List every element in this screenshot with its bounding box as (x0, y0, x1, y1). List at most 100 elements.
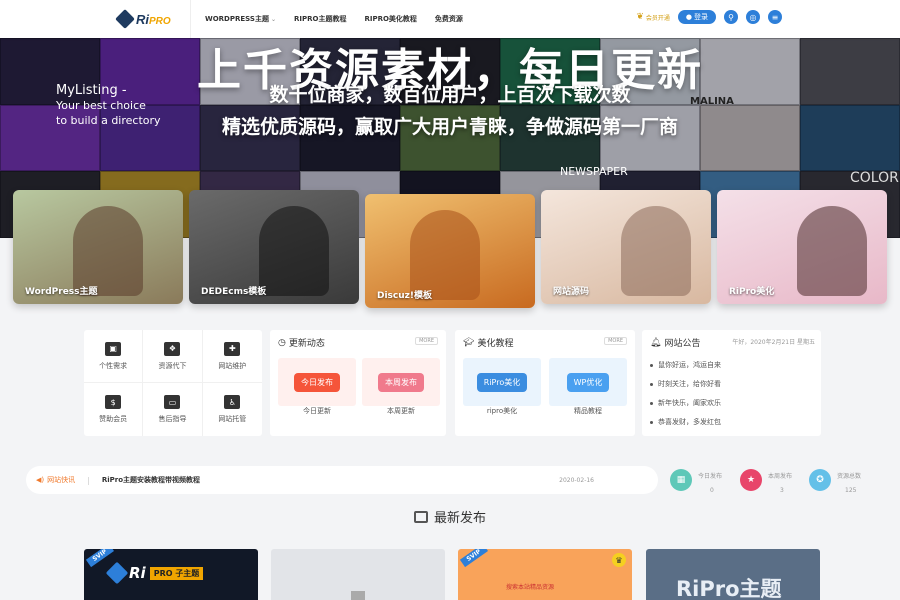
logo-text: Ri (136, 11, 149, 27)
wing-icon: ❦ (636, 12, 644, 22)
wp-optimize-box[interactable]: WP优化 (549, 358, 627, 406)
person-icon: ♿ (224, 395, 241, 409)
laptop-icon: ▭ (164, 395, 181, 409)
category-photo (259, 206, 329, 296)
category-photo (410, 210, 480, 300)
notice-list: 鼠你好运，鸿运自来 时刻关注，给你好看 新年快乐，阖家欢乐 恭喜发财，多发红包 (650, 360, 721, 436)
star-icon: ★ (740, 469, 762, 491)
notice-item[interactable]: 恭喜发财，多发红包 (650, 417, 721, 427)
ripro-beautify-box[interactable]: RiPro美化 (463, 358, 541, 406)
stat-total: ✪ 资源总数 125 (809, 467, 869, 501)
bullet-icon (650, 363, 653, 367)
graduation-cap-icon: 🎓︎ (463, 337, 475, 348)
stat-week: ★ 本周发布 3 (740, 467, 800, 501)
panel-title: 网站公告 (664, 339, 701, 349)
svip-badge: SVIP (459, 549, 488, 568)
more-button[interactable]: MORE (604, 337, 627, 345)
ticker-date: 2020-02-16 (559, 476, 594, 484)
notice-item[interactable]: 时刻关注，给你好看 (650, 379, 721, 389)
site-logo[interactable]: RiPRO (115, 9, 172, 29)
tutorials-panel: 🎓︎ 美化教程 MORE RiPro美化 ripro美化 WP优化 精品教程 (455, 330, 635, 436)
user-icon: ● (685, 13, 692, 21)
post-tag: PRO 子主题 (149, 566, 204, 580)
category-cards: WordPress主题 DEDEcms模板 Discuz!模板 网站源码 RiP… (13, 190, 888, 308)
money-icon: $ (105, 395, 122, 409)
post-card[interactable]: SVIP 搜索本站精品资源 ♛ (458, 549, 632, 600)
news-ticker: ◀︎) 网站快讯 | RiPro主题安装教程带视频教程 2020-02-16 (26, 466, 658, 494)
boxes-icon: ❖ (164, 341, 181, 356)
service-sponsor-member[interactable]: $ 赞助会员 (84, 383, 144, 436)
bullet-icon (650, 382, 653, 386)
ticker-headline[interactable]: RiPro主题安装教程带视频教程 (102, 475, 559, 485)
banner-subtitle-1: 数十位商家，数百位用户，上百次下载次数 (269, 84, 631, 106)
service-custom-needs[interactable]: ▣ 个性需求 (84, 330, 144, 383)
post-title: RiPro主题 (676, 577, 782, 600)
services-panel: ▣ 个性需求 ❖ 资源代下 ✚ 网站维护 $ 赞助会员 ▭ 售后指导 ♿ 网站托管 (84, 330, 262, 436)
tag-caption: 今日更新 (303, 407, 331, 415)
nav-item-ripro-tutorial[interactable]: RIPRO主题教程 (294, 14, 346, 24)
newspaper-icon (413, 510, 428, 523)
login-button[interactable]: ● 登录 (677, 10, 716, 24)
chevron-down-icon: ⌄ (270, 16, 276, 23)
today-publish-box[interactable]: 今日发布 (278, 358, 356, 406)
speaker-icon: ◀︎) (36, 476, 45, 484)
tag-caption: 精品教程 (574, 407, 602, 415)
bell-icon: 🔔︎ (650, 337, 662, 348)
top-header: RiPRO WORDPRESS主题 ⌄ RIPRO主题教程 RIPRO美化教程 免… (0, 0, 900, 38)
category-photo (621, 206, 691, 296)
category-card-source-code[interactable]: 网站源码 (541, 190, 711, 304)
category-photo (797, 206, 867, 296)
more-button[interactable]: MORE (415, 337, 438, 345)
service-site-maintenance[interactable]: ✚ 网站维护 (202, 330, 262, 383)
post-card[interactable]: SVIP Ri PRO 子主题 (84, 549, 258, 600)
tag-caption: ripro美化 (486, 407, 518, 415)
notice-date: 午好，2020年2月21日 星期五 (732, 339, 815, 346)
bullet-icon (650, 401, 653, 405)
calendar-icon: ▦ (670, 469, 692, 491)
banner-bg-color: COLOR (850, 170, 899, 186)
post-title: Ri (129, 564, 146, 582)
logo-pro-text: PRO (149, 15, 171, 27)
truck-icon: ✚ (224, 341, 241, 356)
nav-item-free-resources[interactable]: 免费资源 (435, 14, 463, 24)
ticker-divider: | (87, 475, 90, 485)
crown-icon: ♛ (612, 553, 626, 567)
bullet-icon (650, 420, 653, 424)
banner-bg-newspaper: NEWSPAPER (560, 165, 628, 178)
category-photo (73, 206, 143, 296)
banner-subtitle-2: 精选优质源码，赢取广大用户青睐，争做源码第一厂商 (221, 116, 678, 138)
stat-today: ▦ 今日发布 0 (670, 467, 730, 501)
notice-panel: 🔔︎ 网站公告 午好，2020年2月21日 星期五 鼠你好运，鸿运自来 时刻关注，… (642, 330, 821, 436)
header-actions: ❦ 会员开通 ● 登录 ⚲ ◎ ≡ (636, 10, 782, 24)
briefcase-icon: ▣ (105, 341, 122, 356)
clock-icon: ◷ (278, 337, 286, 348)
latest-section-title: 最新发布 (0, 507, 900, 526)
service-site-hosting[interactable]: ♿ 网站托管 (203, 383, 262, 436)
notice-item[interactable]: 鼠你好运，鸿运自来 (650, 360, 721, 370)
notice-item[interactable]: 新年快乐，阖家欢乐 (650, 398, 721, 408)
logo-gem-icon (115, 9, 135, 29)
badge-icon: ✪ (809, 469, 831, 491)
category-card-wordpress[interactable]: WordPress主题 (13, 190, 183, 304)
category-card-dedecms[interactable]: DEDEcms模板 (189, 190, 359, 304)
settings-icon[interactable]: ◎ (746, 10, 760, 24)
category-card-discuz[interactable]: Discuz!模板 (365, 194, 535, 308)
nav-item-wordpress-theme[interactable]: WORDPRESS主题 ⌄ (205, 14, 276, 24)
post-tag: 搜索本站精品资源 (506, 584, 555, 591)
panel-title: 美化教程 (477, 339, 514, 349)
logo-gem-icon (105, 561, 129, 585)
category-card-ripro-beautify[interactable]: RiPro美化 (717, 190, 887, 304)
vip-badge[interactable]: ❦ 会员开通 (636, 12, 670, 22)
search-icon[interactable]: ⚲ (724, 10, 738, 24)
post-card[interactable]: RiPro主题 (646, 549, 820, 600)
main-nav: WORDPRESS主题 ⌄ RIPRO主题教程 RIPRO美化教程 免费资源 (190, 0, 481, 38)
post-card[interactable] (271, 549, 445, 600)
week-publish-box[interactable]: 本周发布 (362, 358, 440, 406)
panel-title: 更新动态 (288, 339, 325, 349)
tag-caption: 本周更新 (387, 407, 415, 415)
menu-icon[interactable]: ≡ (768, 10, 782, 24)
nav-item-ripro-beautify[interactable]: RIPRO美化教程 (364, 14, 416, 24)
service-after-sales[interactable]: ▭ 售后指导 (143, 383, 203, 436)
service-resource-download[interactable]: ❖ 资源代下 (143, 330, 203, 383)
image-placeholder-icon (351, 591, 365, 600)
